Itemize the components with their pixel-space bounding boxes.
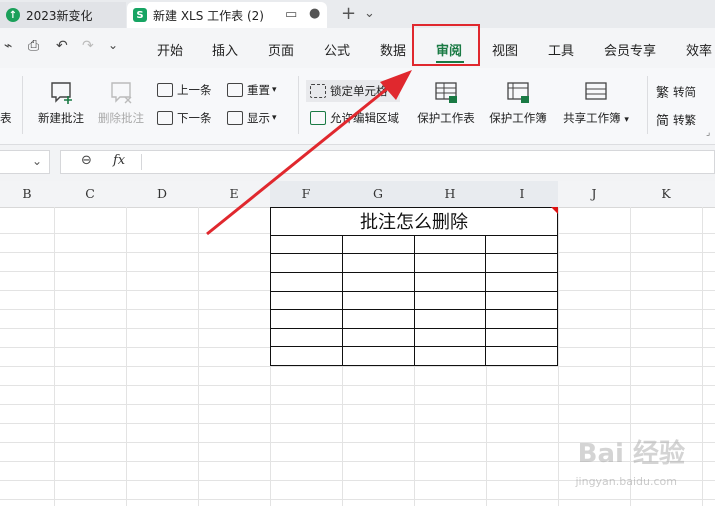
arrow-head [380, 70, 412, 100]
watermark-logo: Bai 经验 [577, 439, 685, 469]
arrow-shaft [206, 82, 394, 236]
watermark-url: jingyan.baidu.com [575, 475, 677, 488]
annotation-arrow [206, 70, 412, 236]
